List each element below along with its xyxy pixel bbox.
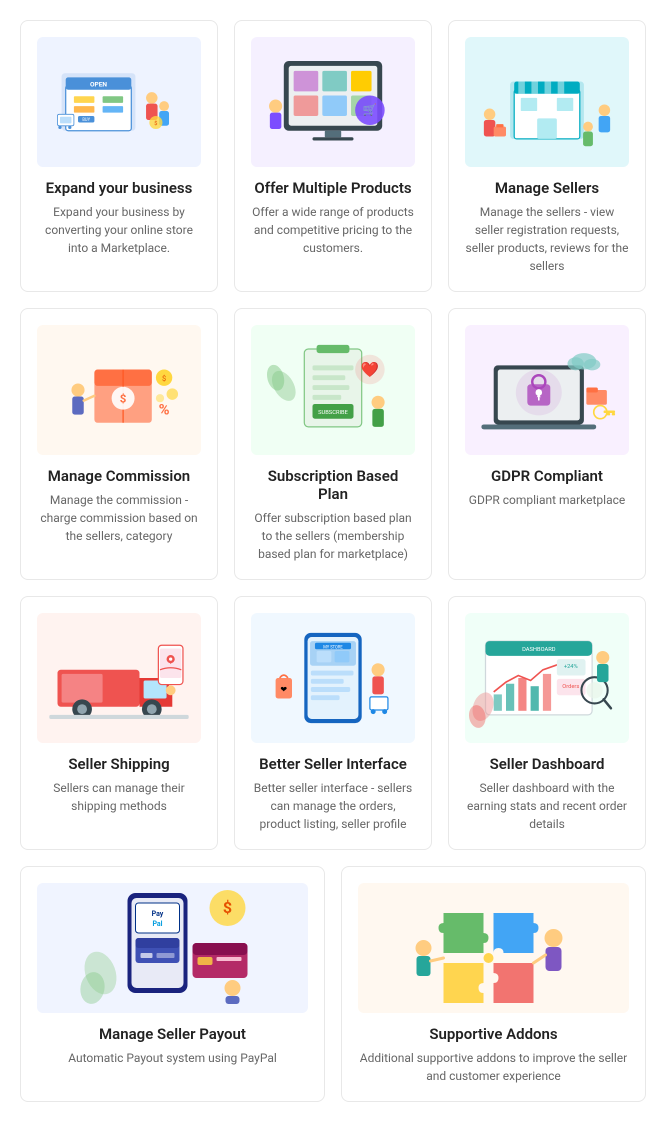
svg-text:$: $ [223,898,232,917]
svg-text:$: $ [162,374,166,383]
card-expand-business: OPEN BUY $ [20,20,218,292]
card-title-subscription: Subscription Based Plan [251,467,415,503]
svg-text:Orders: Orders [562,684,579,690]
card-image-subscription: ❤️ SUBSCRIBE [251,325,415,455]
svg-text:SUBSCRIBE: SUBSCRIBE [318,410,348,416]
card-desc-addons: Additional supportive addons to improve … [358,1049,629,1085]
card-manage-commission: $ $ % Manage Commission Manage the commi… [20,308,218,580]
svg-text:🛒: 🛒 [363,102,377,116]
card-title-offer-products: Offer Multiple Products [254,179,411,197]
card-image-expand-business: OPEN BUY $ [37,37,201,167]
card-seller-interface: MY STORE ❤ Bet [234,596,432,850]
card-title-gdpr: GDPR Compliant [491,467,603,485]
card-subscription: ❤️ SUBSCRIBE Subscription Based Plan Off… [234,308,432,580]
svg-text:Pay: Pay [152,910,164,918]
row-3: Seller Shipping Sellers can manage their… [20,596,646,850]
card-desc-payout: Automatic Payout system using PayPal [68,1049,277,1067]
card-image-manage-sellers [465,37,629,167]
card-seller-dashboard: DASHBOARD +24% Orders [448,596,646,850]
svg-text:MY STORE: MY STORE [323,645,343,650]
svg-text:%: % [159,401,170,419]
row-4: Pay Pal $ [20,866,646,1102]
card-desc-interface: Better seller interface - sellers can ma… [251,779,415,833]
svg-text:Pal: Pal [152,920,162,928]
svg-text:$: $ [120,391,127,405]
card-addons: Supportive Addons Additional supportive … [341,866,646,1102]
card-seller-shipping: Seller Shipping Sellers can manage their… [20,596,218,850]
card-image-gdpr: ★ [465,325,629,455]
card-title-dashboard: Seller Dashboard [490,755,605,773]
card-payout: Pay Pal $ [20,866,325,1102]
card-title-payout: Manage Seller Payout [99,1025,246,1043]
card-gdpr: ★ GDPR Compliant GDPR compliant marketpl… [448,308,646,580]
card-image-addons [358,883,629,1013]
card-title-expand-business: Expand your business [46,179,193,197]
card-image-dashboard: DASHBOARD +24% Orders [465,613,629,743]
svg-text:BUY: BUY [82,118,90,123]
svg-text:+24%: +24% [564,664,578,670]
card-desc-commission: Manage the commission - charge commissio… [37,491,201,545]
card-desc-offer-products: Offer a wide range of products and compe… [251,203,415,257]
card-title-manage-sellers: Manage Sellers [495,179,599,197]
svg-text:$: $ [154,120,157,127]
card-manage-sellers: Manage Sellers Manage the sellers - view… [448,20,646,292]
card-desc-gdpr: GDPR compliant marketplace [469,491,625,509]
svg-text:★: ★ [535,390,542,400]
card-title-addons: Supportive Addons [429,1025,557,1043]
card-image-commission: $ $ % [37,325,201,455]
card-image-interface: MY STORE ❤ [251,613,415,743]
row-1: OPEN BUY $ [20,20,646,292]
card-desc-manage-sellers: Manage the sellers - view seller registr… [465,203,629,275]
card-image-payout: Pay Pal $ [37,883,308,1013]
card-image-offer-products: 🛒 [251,37,415,167]
svg-text:❤: ❤ [280,685,287,695]
card-desc-dashboard: Seller dashboard with the earning stats … [465,779,629,833]
card-desc-expand-business: Expand your business by converting your … [37,203,201,257]
svg-text:❤️: ❤️ [361,360,380,378]
card-title-commission: Manage Commission [48,467,190,485]
card-title-shipping: Seller Shipping [68,755,169,773]
row-2: $ $ % Manage Commission Manage the commi… [20,308,646,580]
card-image-shipping [37,613,201,743]
card-desc-subscription: Offer subscription based plan to the sel… [251,509,415,563]
card-offer-multiple-products: 🛒 Offer Multiple Products Offer a wide r… [234,20,432,292]
svg-text:OPEN: OPEN [90,80,107,88]
svg-text:DASHBOARD: DASHBOARD [522,647,556,653]
card-desc-shipping: Sellers can manage their shipping method… [37,779,201,815]
card-title-interface: Better Seller Interface [259,755,407,773]
